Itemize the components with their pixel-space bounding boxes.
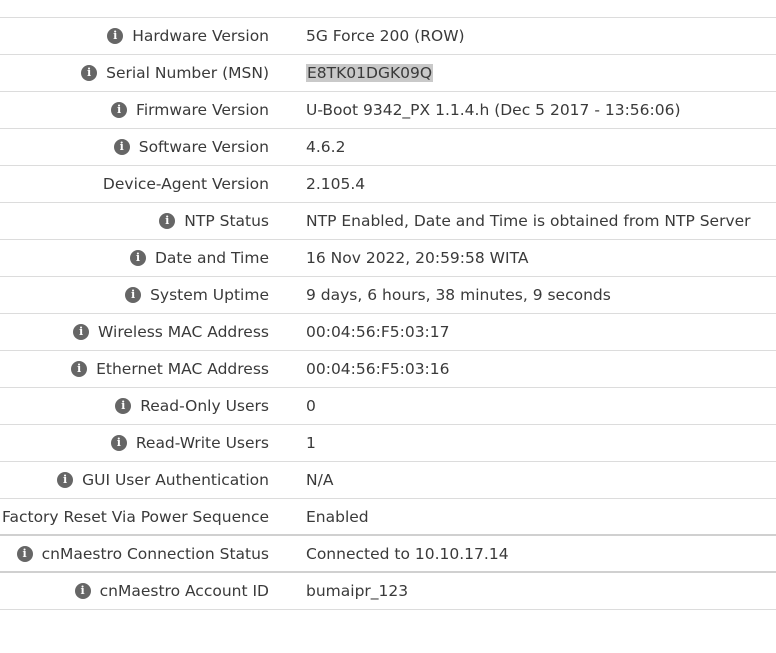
value-text: 2.105.4 bbox=[306, 175, 366, 193]
row-label: i Hardware Version bbox=[107, 18, 269, 54]
info-icon[interactable]: i bbox=[57, 472, 74, 488]
row-label: i Software Version bbox=[113, 129, 269, 165]
row-value: N/A bbox=[306, 462, 333, 498]
table-row: i Serial Number (MSN) E8TK01DGK09Q bbox=[0, 55, 776, 92]
info-icon[interactable]: i bbox=[16, 546, 33, 562]
row-label: i Wireless MAC Address bbox=[73, 314, 269, 350]
table-row: i Factory Reset Via Power Sequence Enabl… bbox=[0, 499, 776, 536]
row-value: E8TK01DGK09Q bbox=[306, 55, 434, 91]
row-label: i Ethernet MAC Address bbox=[71, 351, 269, 387]
value-text: NTP Enabled, Date and Time is obtained f… bbox=[306, 212, 751, 230]
label-text: Read-Write Users bbox=[135, 434, 269, 452]
table-row: i System Uptime 9 days, 6 hours, 38 minu… bbox=[0, 277, 776, 314]
info-icon[interactable]: i bbox=[73, 324, 90, 340]
row-value: 0 bbox=[306, 388, 316, 424]
table-row: i Software Version 4.6.2 bbox=[0, 129, 776, 166]
label-text: System Uptime bbox=[150, 286, 269, 304]
table-row: i Read-Only Users 0 bbox=[0, 388, 776, 425]
row-value: 5G Force 200 (ROW) bbox=[306, 18, 465, 54]
row-label: i Serial Number (MSN) bbox=[81, 55, 269, 91]
value-text: U-Boot 9342_PX 1.1.4.h (Dec 5 2017 - 13:… bbox=[306, 101, 681, 119]
info-icon[interactable]: i bbox=[74, 583, 91, 599]
info-icon[interactable]: i bbox=[107, 28, 124, 44]
row-value: 00:04:56:F5:03:16 bbox=[306, 351, 450, 387]
row-label: i Factory Reset Via Power Sequence bbox=[0, 499, 269, 535]
label-text: Hardware Version bbox=[132, 27, 269, 45]
row-value: 1 bbox=[306, 425, 316, 461]
selected-value-text[interactable]: E8TK01DGK09Q bbox=[306, 64, 434, 82]
label-text: cnMaestro Connection Status bbox=[41, 545, 269, 563]
info-icon[interactable]: i bbox=[115, 398, 132, 414]
row-value: 16 Nov 2022, 20:59:58 WITA bbox=[306, 240, 528, 276]
label-text: Factory Reset Via Power Sequence bbox=[1, 508, 269, 526]
value-text: 16 Nov 2022, 20:59:58 WITA bbox=[306, 249, 529, 267]
label-text: Firmware Version bbox=[136, 101, 269, 119]
info-icon[interactable]: i bbox=[71, 361, 88, 377]
table-row: i Date and Time 16 Nov 2022, 20:59:58 WI… bbox=[0, 240, 776, 277]
label-text: NTP Status bbox=[184, 212, 269, 230]
value-text: bumaipr_123 bbox=[306, 582, 409, 600]
info-icon[interactable]: i bbox=[125, 287, 142, 303]
label-text: cnMaestro Account ID bbox=[99, 582, 269, 600]
table-row: i GUI User Authentication N/A bbox=[0, 462, 776, 499]
table-row: i Firmware Version U-Boot 9342_PX 1.1.4.… bbox=[0, 92, 776, 129]
value-text: N/A bbox=[306, 471, 334, 489]
row-label: i GUI User Authentication bbox=[57, 462, 269, 498]
value-text: Enabled bbox=[306, 508, 369, 526]
label-text: GUI User Authentication bbox=[82, 471, 269, 489]
table-row: i cnMaestro Account ID bumaipr_123 bbox=[0, 573, 776, 610]
row-label: i cnMaestro Connection Status bbox=[16, 536, 269, 572]
row-value: bumaipr_123 bbox=[306, 573, 408, 609]
row-label: i Date and Time bbox=[130, 240, 269, 276]
value-text: 00:04:56:F5:03:17 bbox=[306, 323, 450, 341]
row-value: U-Boot 9342_PX 1.1.4.h (Dec 5 2017 - 13:… bbox=[306, 92, 681, 128]
row-value: NTP Enabled, Date and Time is obtained f… bbox=[306, 203, 751, 239]
value-text: 00:04:56:F5:03:16 bbox=[306, 360, 450, 378]
row-value: Connected to 10.10.17.14 bbox=[306, 536, 509, 572]
label-text: Read-Only Users bbox=[140, 397, 269, 415]
info-icon[interactable]: i bbox=[113, 139, 130, 155]
info-icon[interactable]: i bbox=[111, 102, 128, 118]
value-text: 4.6.2 bbox=[306, 138, 346, 156]
label-text: Wireless MAC Address bbox=[98, 323, 269, 341]
info-icon[interactable]: i bbox=[130, 250, 146, 266]
table-row: i Ethernet MAC Address 00:04:56:F5:03:16 bbox=[0, 351, 776, 388]
label-text: Device-Agent Version bbox=[102, 175, 269, 193]
row-value: 00:04:56:F5:03:17 bbox=[306, 314, 450, 350]
value-text: 9 days, 6 hours, 38 minutes, 9 seconds bbox=[306, 286, 611, 304]
table-row: i NTP Status NTP Enabled, Date and Time … bbox=[0, 203, 776, 240]
row-label: i cnMaestro Account ID bbox=[74, 573, 269, 609]
row-value: 2.105.4 bbox=[306, 166, 365, 202]
row-value: 9 days, 6 hours, 38 minutes, 9 seconds bbox=[306, 277, 611, 313]
info-icon[interactable]: i bbox=[110, 435, 127, 451]
table-row: i cnMaestro Connection Status Connected … bbox=[0, 536, 776, 573]
device-info-table: i Hardware Version 5G Force 200 (ROW) i … bbox=[0, 17, 776, 610]
row-value: Enabled bbox=[306, 499, 369, 535]
table-row: Device-Agent Version 2.105.4 bbox=[0, 166, 776, 203]
row-label: Device-Agent Version bbox=[103, 166, 269, 202]
row-label: i NTP Status bbox=[159, 203, 269, 239]
label-text: Software Version bbox=[138, 138, 269, 156]
row-label: i Firmware Version bbox=[111, 92, 269, 128]
label-text: Ethernet MAC Address bbox=[96, 360, 269, 378]
value-text: 0 bbox=[306, 397, 316, 415]
row-value: 4.6.2 bbox=[306, 129, 345, 165]
info-icon[interactable]: i bbox=[81, 65, 98, 81]
row-label: i System Uptime bbox=[125, 277, 269, 313]
label-text: Date and Time bbox=[155, 249, 269, 267]
value-text: 5G Force 200 (ROW) bbox=[306, 27, 465, 45]
table-row: i Wireless MAC Address 00:04:56:F5:03:17 bbox=[0, 314, 776, 351]
table-row: i Read-Write Users 1 bbox=[0, 425, 776, 462]
info-icon[interactable]: i bbox=[159, 213, 176, 229]
value-text: Connected to 10.10.17.14 bbox=[306, 545, 509, 563]
row-label: i Read-Write Users bbox=[110, 425, 269, 461]
value-text: 1 bbox=[306, 434, 316, 452]
label-text: Serial Number (MSN) bbox=[106, 64, 269, 82]
table-row: i Hardware Version 5G Force 200 (ROW) bbox=[0, 18, 776, 55]
row-label: i Read-Only Users bbox=[115, 388, 269, 424]
